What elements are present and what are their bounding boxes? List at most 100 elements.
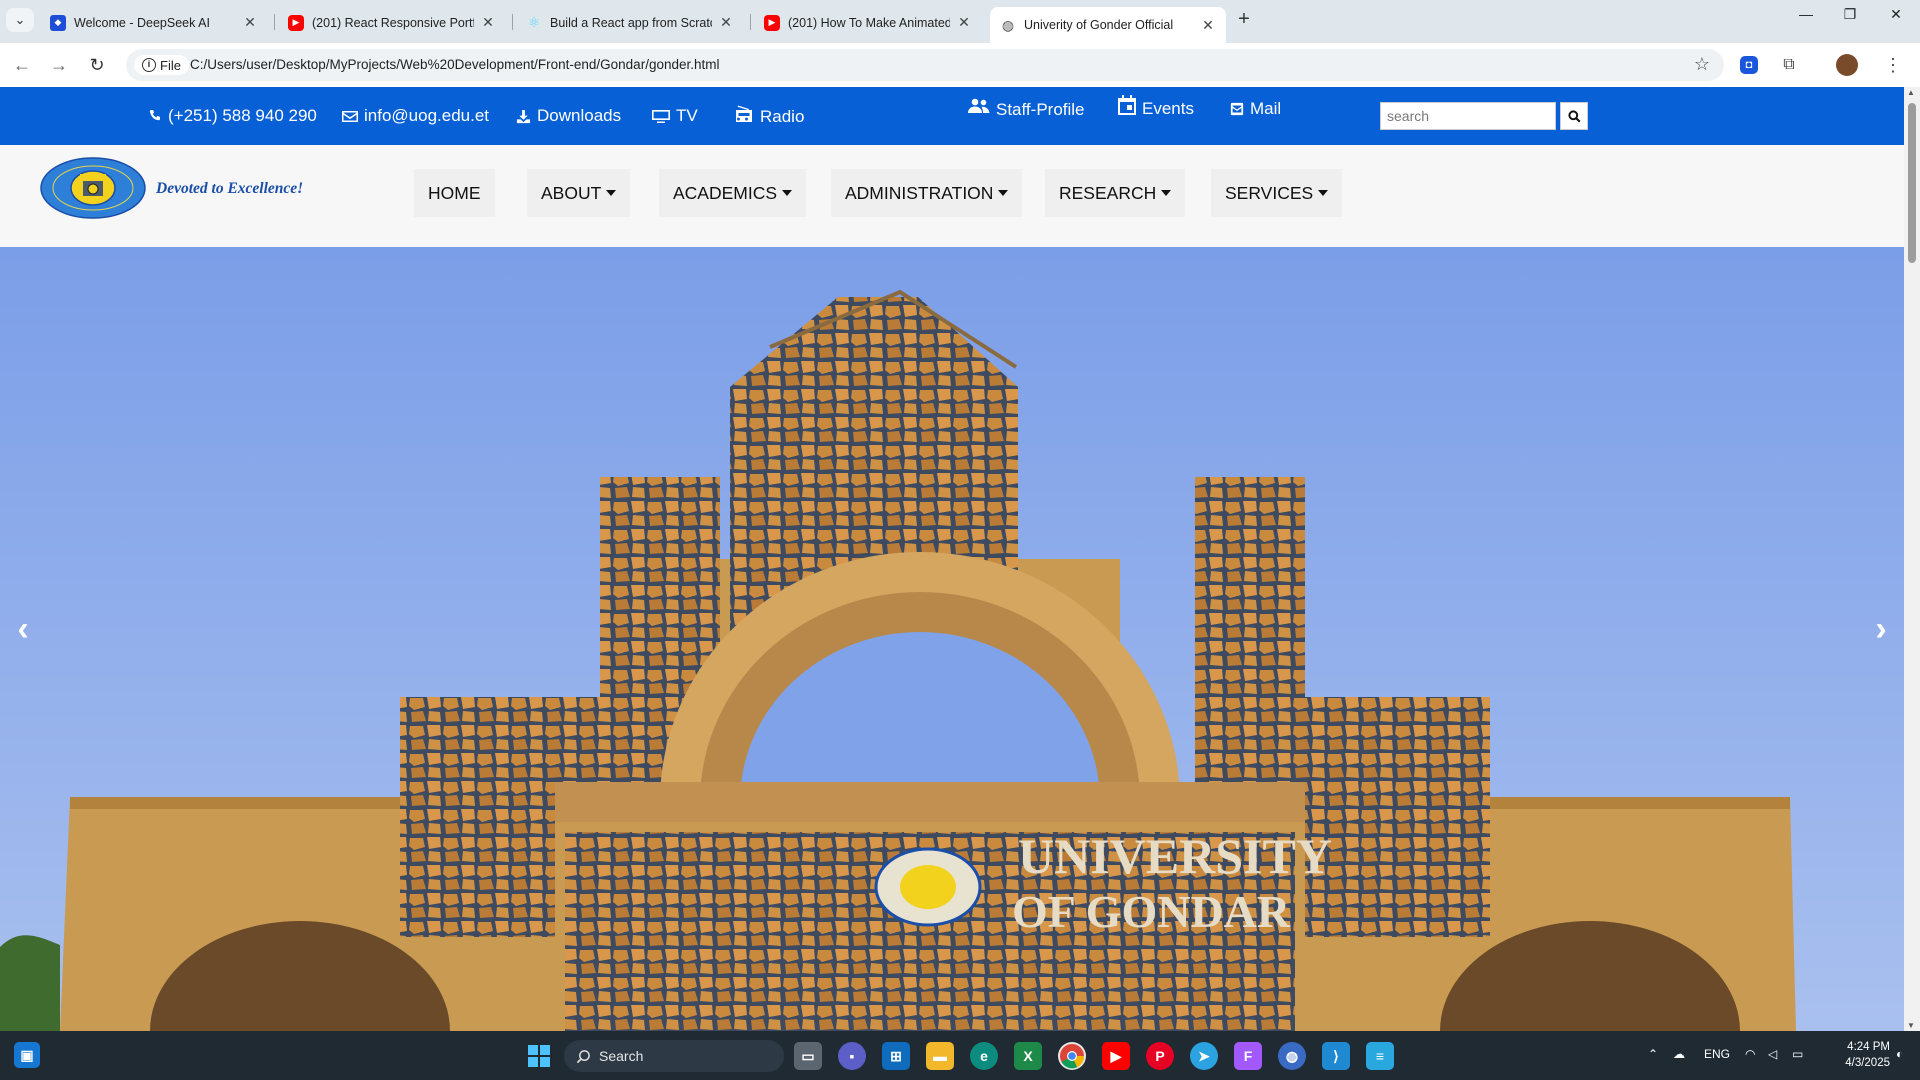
new-tab-button[interactable]: +: [1232, 8, 1256, 31]
react-icon: ⚛: [527, 14, 541, 30]
carousel-prev-button[interactable]: ‹: [8, 610, 38, 649]
browser-tab-active[interactable]: ◍ Univerity of Gonder Official ✕: [990, 7, 1226, 43]
globe-icon: ◍: [1001, 16, 1015, 33]
web-page: (+251) 588 940 290 info@uog.edu.et Downl…: [0, 87, 1904, 1031]
page-scrollbar[interactable]: ▲ ▼: [1904, 87, 1920, 1031]
bookmark-star-icon[interactable]: ☆: [1694, 54, 1710, 75]
chrome-icon[interactable]: [1058, 1042, 1086, 1070]
notepad-icon[interactable]: ≡: [1366, 1042, 1394, 1070]
reload-button[interactable]: ↻: [83, 51, 111, 79]
nav-academics[interactable]: ACADEMICS: [659, 169, 807, 217]
caret-down-icon: [998, 190, 1009, 196]
mail-link[interactable]: Mail: [1230, 99, 1281, 119]
site-info-chip[interactable]: i File: [134, 55, 189, 75]
tab-separator: [274, 14, 275, 30]
browser-globe-icon[interactable]: ◍: [1278, 1042, 1306, 1070]
campus-gate-photo: UNIVERSITY OF GONDAR: [0, 247, 1904, 1031]
edge-icon[interactable]: e: [970, 1042, 998, 1070]
phone-icon: [149, 110, 160, 121]
extensions-puzzle-icon[interactable]: ⧉: [1776, 52, 1802, 78]
widgets-icon[interactable]: ▣: [14, 1042, 40, 1068]
scroll-down-icon[interactable]: ▼: [1907, 1021, 1915, 1030]
forward-button[interactable]: →: [45, 51, 73, 79]
downloads-link[interactable]: Downloads: [516, 106, 621, 126]
tab-close-icon[interactable]: ✕: [956, 14, 972, 31]
tab-separator: [750, 14, 751, 30]
clock-time: 4:24 PM: [1847, 1041, 1890, 1053]
search-icon: [576, 1049, 590, 1063]
figma-icon[interactable]: F: [1234, 1042, 1262, 1070]
wifi-icon[interactable]: ◠: [1745, 1047, 1755, 1061]
windows-start-icon[interactable]: [525, 1042, 553, 1070]
search-button[interactable]: [1560, 102, 1588, 130]
tab-close-icon[interactable]: ✕: [480, 14, 496, 31]
browser-tab[interactable]: ⚛ Build a React app from Scratch ✕: [516, 7, 744, 38]
nav-services[interactable]: SERVICES: [1211, 169, 1343, 217]
tab-close-icon[interactable]: ✕: [1200, 17, 1216, 34]
search-input[interactable]: [1380, 102, 1556, 130]
tab-title: Welcome - DeepSeek AI: [74, 15, 210, 30]
restore-button[interactable]: ❐: [1830, 6, 1870, 23]
microsoft-store-icon[interactable]: ⊞: [882, 1042, 910, 1070]
nav-about[interactable]: ABOUT: [527, 169, 631, 217]
radio-link[interactable]: Radio: [734, 101, 804, 127]
staff-profile-link[interactable]: Staff-Profile: [968, 92, 1085, 120]
building-sign-line-1: UNIVERSITY: [1018, 828, 1332, 884]
browser-menu-icon[interactable]: ⋮: [1880, 52, 1906, 78]
search-icon: [1567, 109, 1581, 123]
task-view-icon[interactable]: ▭: [794, 1042, 822, 1070]
nav-label: RESEARCH: [1059, 182, 1157, 203]
scrollbar-thumb[interactable]: [1908, 103, 1916, 263]
tab-title: Univerity of Gonder Official: [1024, 18, 1174, 32]
radio-label: Radio: [760, 107, 805, 126]
tab-close-icon[interactable]: ✕: [718, 14, 734, 31]
battery-icon[interactable]: ▭: [1792, 1047, 1803, 1061]
top-contact-bar: (+251) 588 940 290 info@uog.edu.et Downl…: [0, 87, 1904, 145]
downloads-label: Downloads: [537, 106, 622, 125]
browser-tab[interactable]: ◆ Welcome - DeepSeek AI ✕: [40, 7, 268, 38]
teams-chat-icon[interactable]: ▪: [838, 1042, 866, 1070]
nav-administration[interactable]: ADMINISTRATION: [831, 169, 1023, 217]
nav-label: ACADEMICS: [673, 182, 778, 203]
browser-tab[interactable]: ▶ (201) How To Make Animated S ✕: [754, 7, 982, 38]
carousel-next-button[interactable]: ›: [1866, 610, 1896, 649]
envelope-icon: [342, 110, 358, 122]
university-logo[interactable]: [40, 157, 146, 219]
volume-icon[interactable]: ◁: [1768, 1047, 1777, 1061]
browser-tab[interactable]: ▶ (201) React Responsive Portfolio ✕: [278, 7, 506, 38]
back-button[interactable]: ←: [8, 51, 36, 79]
pinterest-icon[interactable]: P: [1146, 1042, 1174, 1070]
notifications-icon[interactable]: ◐: [1896, 1047, 1903, 1061]
nav-label: SERVICES: [1225, 182, 1314, 203]
tv-link[interactable]: TV: [652, 106, 698, 126]
file-explorer-icon[interactable]: ▬: [926, 1042, 954, 1070]
clock-date: 4/3/2025: [1845, 1057, 1890, 1069]
nav-research[interactable]: RESEARCH: [1045, 169, 1186, 217]
mail-label: Mail: [1250, 99, 1282, 118]
telegram-icon[interactable]: ➤: [1190, 1042, 1218, 1070]
events-link[interactable]: Events: [1118, 91, 1194, 119]
close-window-button[interactable]: ✕: [1876, 6, 1916, 23]
users-icon: [968, 98, 990, 113]
language-indicator[interactable]: ENG: [1704, 1047, 1730, 1061]
excel-icon[interactable]: X: [1014, 1042, 1042, 1070]
main-navbar: Devoted to Excellence! HOME ABOUT ACADEM…: [0, 145, 1904, 247]
phone-link[interactable]: (+251) 588 940 290: [148, 106, 317, 126]
nav-home[interactable]: HOME: [414, 169, 495, 217]
tray-chevron-up-icon[interactable]: ⌃: [1648, 1047, 1658, 1061]
onedrive-icon[interactable]: ☁: [1673, 1047, 1685, 1061]
url-text[interactable]: C:/Users/user/Desktop/MyProjects/Web%20D…: [190, 57, 720, 72]
profile-avatar[interactable]: [1836, 54, 1858, 76]
system-clock[interactable]: 4:24 PM 4/3/2025: [1826, 1039, 1890, 1071]
vscode-icon[interactable]: ⟩: [1322, 1042, 1350, 1070]
nav-label: ABOUT: [541, 182, 602, 203]
tab-search-button[interactable]: ⌄: [6, 8, 34, 32]
taskbar-search[interactable]: Search: [564, 1040, 784, 1072]
scroll-up-icon[interactable]: ▲: [1907, 88, 1915, 97]
email-link[interactable]: info@uog.edu.et: [342, 106, 489, 126]
tab-close-icon[interactable]: ✕: [242, 14, 258, 31]
minimize-button[interactable]: —: [1786, 6, 1826, 22]
address-bar[interactable]: i File C:/Users/user/Desktop/MyProjects/…: [126, 49, 1724, 81]
youtube-icon[interactable]: ▶: [1102, 1042, 1130, 1070]
extension-icon[interactable]: ◘: [1740, 56, 1758, 74]
